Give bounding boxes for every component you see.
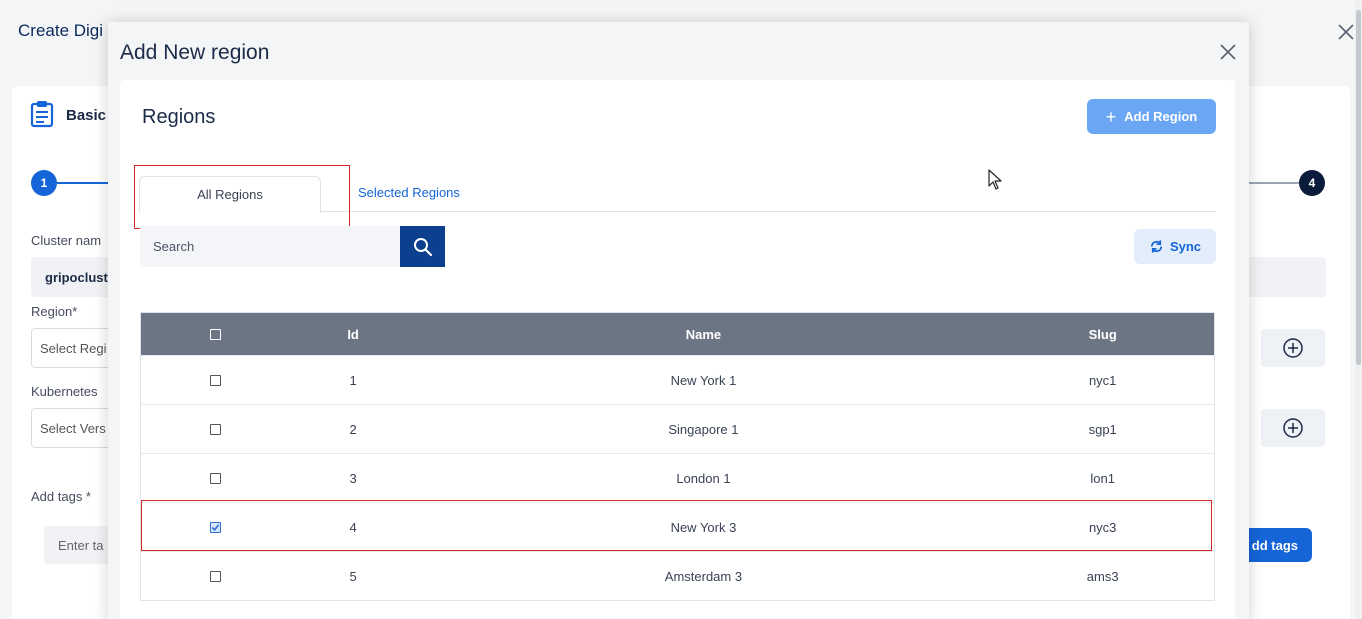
region-label: Region* bbox=[31, 304, 78, 319]
table-row[interactable]: 2 Singapore 1 sgp1 bbox=[141, 404, 1214, 453]
row-checkbox[interactable] bbox=[210, 374, 222, 386]
row-checkbox[interactable] bbox=[210, 570, 222, 582]
cell-name: New York 3 bbox=[670, 519, 737, 535]
row-checkbox-cell bbox=[141, 521, 291, 533]
sync-button[interactable]: Sync bbox=[1134, 229, 1216, 264]
cell-name: Singapore 1 bbox=[668, 421, 739, 437]
close-icon[interactable] bbox=[1218, 42, 1238, 62]
kubernetes-label: Kubernetes bbox=[31, 384, 98, 399]
cell-id: 3 bbox=[349, 470, 357, 486]
table-row[interactable]: 5 Amsterdam 3 ams3 bbox=[141, 551, 1214, 600]
add-region-button-label: Add Region bbox=[1124, 109, 1198, 124]
plus-circle-icon bbox=[1283, 338, 1303, 358]
regions-panel: Regions + Add Region All Regions Selecte… bbox=[120, 80, 1235, 619]
checkmark-icon bbox=[212, 523, 220, 531]
cell-id: 2 bbox=[349, 421, 357, 437]
cell-slug: nyc1 bbox=[1088, 372, 1117, 388]
page-title: Create Digi bbox=[18, 21, 104, 40]
regions-table: Id Name Slug 1 New York 1 nyc1 2 Singapore 1… bbox=[140, 312, 1215, 601]
cell-slug: ams3 bbox=[1086, 568, 1119, 584]
add-tags-label: Add tags * bbox=[31, 489, 91, 504]
row-checkbox-cell bbox=[141, 423, 291, 435]
step-4-indicator[interactable]: 4 bbox=[1299, 170, 1325, 196]
close-icon[interactable] bbox=[1336, 22, 1356, 42]
clipboard-icon bbox=[30, 101, 54, 128]
select-all-checkbox[interactable] bbox=[210, 328, 222, 340]
column-header-slug[interactable]: Slug bbox=[991, 327, 1214, 342]
step-1-indicator[interactable]: 1 bbox=[31, 170, 57, 196]
modal-title: Add New region bbox=[120, 41, 270, 64]
row-checkbox-cell bbox=[141, 472, 291, 484]
search-button[interactable] bbox=[400, 226, 445, 267]
field-background bbox=[1240, 257, 1326, 297]
add-region-button[interactable]: + Add Region bbox=[1087, 99, 1216, 134]
mouse-cursor-icon bbox=[988, 169, 1002, 190]
cell-id: 1 bbox=[349, 372, 357, 388]
cell-slug: nyc3 bbox=[1088, 519, 1117, 535]
column-header-name[interactable]: Name bbox=[415, 327, 991, 342]
table-row[interactable]: 3 London 1 lon1 bbox=[141, 453, 1214, 502]
column-header-id[interactable]: Id bbox=[291, 327, 416, 342]
table-row[interactable]: 4 New York 3 nyc3 bbox=[141, 502, 1214, 551]
cell-slug: lon1 bbox=[1090, 470, 1115, 486]
add-version-plus-button[interactable] bbox=[1261, 409, 1325, 447]
cell-slug: sgp1 bbox=[1088, 421, 1117, 437]
row-checkbox[interactable] bbox=[210, 423, 222, 435]
search-input[interactable] bbox=[140, 226, 400, 267]
row-checkbox[interactable] bbox=[210, 521, 222, 533]
cell-name: New York 1 bbox=[670, 372, 737, 388]
table-body: 1 New York 1 nyc1 2 Singapore 1 sgp1 3 London 1… bbox=[141, 355, 1214, 600]
select-all-cell bbox=[141, 328, 291, 340]
cell-name: London 1 bbox=[676, 470, 731, 486]
cell-id: 4 bbox=[349, 519, 357, 535]
tab-selected-regions[interactable]: Selected Regions bbox=[358, 185, 460, 200]
table-header: Id Name Slug bbox=[141, 313, 1214, 355]
row-checkbox[interactable] bbox=[210, 472, 222, 484]
search-icon bbox=[413, 237, 432, 256]
cluster-name-label: Cluster nam bbox=[31, 233, 102, 248]
step-progress-line bbox=[1240, 182, 1300, 184]
table-row[interactable]: 1 New York 1 nyc1 bbox=[141, 355, 1214, 404]
plus-icon: + bbox=[1105, 106, 1117, 127]
row-checkbox-cell bbox=[141, 374, 291, 386]
add-region-plus-button[interactable] bbox=[1261, 329, 1325, 367]
cell-name: Amsterdam 3 bbox=[664, 568, 743, 584]
plus-circle-icon bbox=[1283, 418, 1303, 438]
scrollbar-thumb[interactable] bbox=[1356, 10, 1361, 365]
add-region-modal: Add New region Regions + Add Region All … bbox=[108, 22, 1249, 619]
sync-button-label: Sync bbox=[1169, 239, 1202, 254]
panel-title: Regions bbox=[142, 106, 216, 128]
step-basic-label: Basic bbox=[66, 107, 107, 124]
cell-id: 5 bbox=[349, 568, 357, 584]
tab-highlight-box bbox=[134, 165, 350, 229]
row-checkbox-cell bbox=[141, 570, 291, 582]
sync-icon bbox=[1150, 240, 1162, 253]
